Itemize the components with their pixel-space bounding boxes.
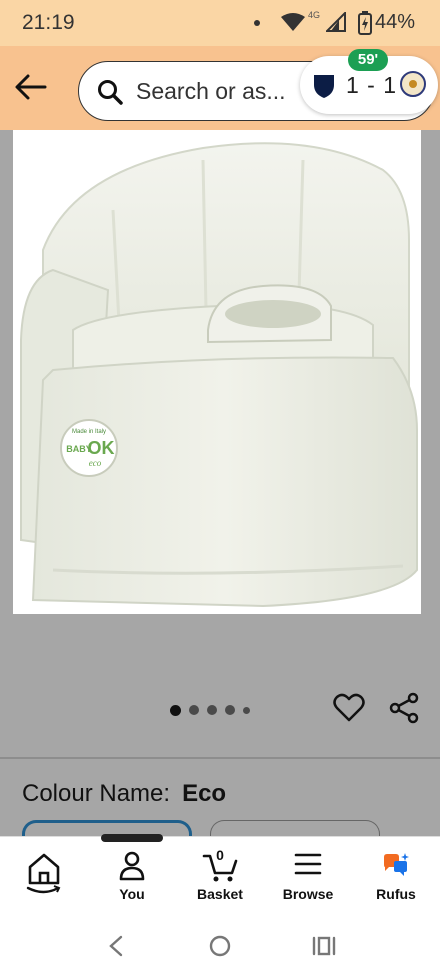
potty-illustration: Made in Italy BABY OK eco: [20, 142, 418, 608]
match-score: 1 - 1: [346, 72, 398, 98]
carousel-dot[interactable]: [207, 705, 217, 715]
basket-count: 0: [216, 847, 224, 863]
system-recents-icon[interactable]: [311, 934, 337, 958]
team-crest-icon: [314, 75, 334, 98]
colour-value: Eco: [182, 780, 227, 807]
carousel-dot-active[interactable]: [170, 704, 181, 716]
carousel-dot[interactable]: [225, 705, 235, 715]
menu-icon: [294, 853, 322, 875]
carousel-dot[interactable]: [189, 705, 199, 715]
badge-brand: OK: [88, 438, 115, 458]
system-navigation-bar: [0, 912, 440, 978]
notification-dot-icon: [254, 20, 260, 26]
section-divider: [0, 757, 440, 759]
status-time: 21:19: [22, 11, 75, 34]
tab-browse[interactable]: Browse: [264, 837, 352, 913]
bottom-navigation: You 0 Basket Browse Rufus: [0, 836, 440, 912]
badge-eco: eco: [89, 458, 102, 468]
battery-level: 44%: [375, 11, 416, 33]
home-icon: [26, 853, 61, 894]
heart-icon[interactable]: [333, 693, 365, 723]
opponent-crest-icon: [400, 71, 426, 97]
tab-rufus[interactable]: Rufus: [352, 837, 440, 913]
wifi-icon: [281, 13, 305, 31]
sheet-drag-handle[interactable]: [101, 834, 163, 842]
network-type: 4G: [308, 10, 321, 20]
carousel-indicator: [170, 703, 250, 717]
system-back-icon[interactable]: [106, 934, 126, 958]
carousel-dot[interactable]: [243, 706, 250, 714]
badge-made-in: Made in Italy: [72, 429, 106, 435]
tab-browse-label: Browse: [282, 886, 334, 902]
battery-icon: [358, 11, 372, 35]
tab-rufus-label: Rufus: [376, 886, 416, 902]
product-image[interactable]: Made in Italy BABY OK eco: [13, 130, 421, 614]
share-icon[interactable]: [388, 692, 420, 724]
signal-icon: [326, 12, 346, 32]
person-icon: [119, 851, 145, 881]
system-home-icon[interactable]: [208, 934, 232, 958]
tab-you-label: You: [119, 886, 145, 902]
colour-selector-label: Colour Name: Eco: [22, 780, 226, 808]
search-placeholder: Search or as...: [136, 78, 286, 104]
tab-you[interactable]: You: [88, 837, 176, 913]
rufus-icon: [384, 853, 409, 876]
tab-basket[interactable]: 0 Basket: [176, 837, 264, 913]
match-minute-badge: 59': [348, 49, 388, 71]
tab-basket-label: Basket: [197, 886, 243, 902]
status-bar: 21:19 4G 44%: [0, 0, 440, 46]
back-arrow-icon[interactable]: [14, 72, 48, 102]
tab-home[interactable]: [0, 837, 88, 913]
search-icon: [98, 80, 123, 105]
colour-label: Colour Name:: [22, 780, 171, 807]
